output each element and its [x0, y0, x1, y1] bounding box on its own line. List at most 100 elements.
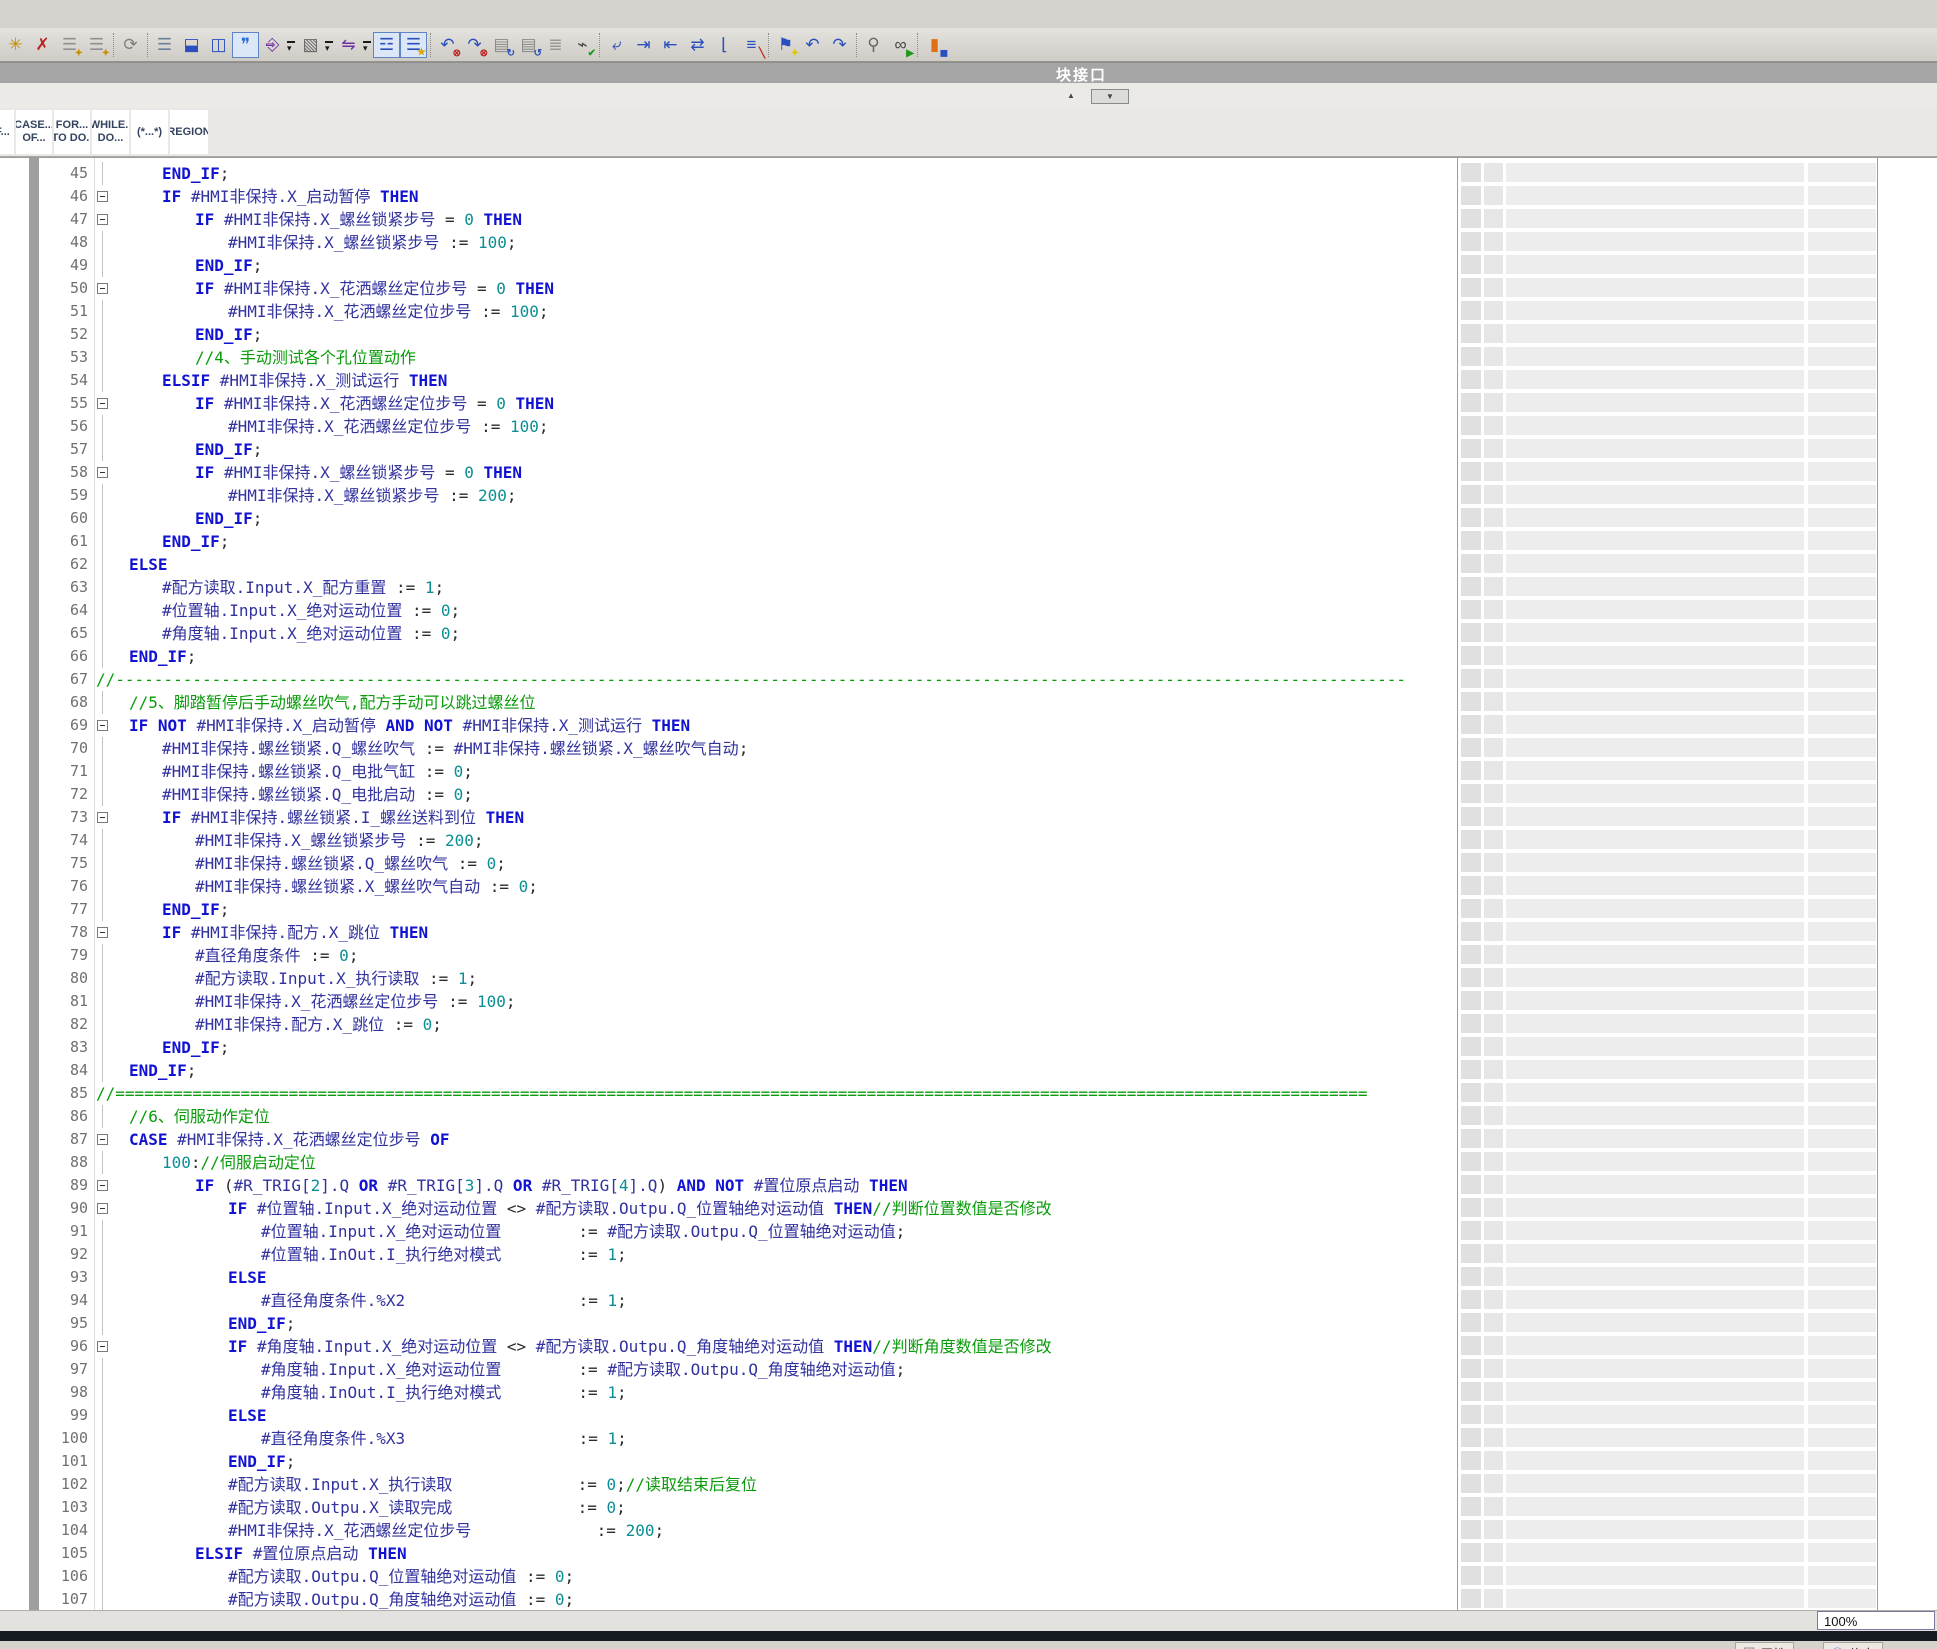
code-text[interactable]: IF #HMI非保持.配方.X_跳位 THEN: [162, 921, 428, 944]
monitor-row[interactable]: [1458, 1543, 1937, 1564]
code-text[interactable]: #角度轴.Input.X_绝对运动位置 := 0;: [162, 622, 460, 645]
monitor-row[interactable]: [1458, 1290, 1937, 1311]
monitor-row[interactable]: [1458, 1014, 1937, 1035]
code-text[interactable]: ELSE: [129, 553, 168, 576]
monitor-row[interactable]: [1458, 1152, 1937, 1173]
monitor-row[interactable]: [1458, 1428, 1937, 1449]
code-text[interactable]: IF #位置轴.Input.X_绝对运动位置 <> #配方读取.Outpu.Q_…: [228, 1197, 1052, 1220]
code-text[interactable]: #配方读取.Input.X_执行读取 := 1;: [195, 967, 477, 990]
monitor-row[interactable]: [1458, 186, 1937, 207]
code-text[interactable]: #HMI非保持.螺丝锁紧.Q_电批气缸 := 0;: [162, 760, 473, 783]
snippet-region-button[interactable]: REGION: [170, 110, 208, 154]
insert-block-call-icon[interactable]: ⎆: [259, 32, 286, 58]
monitor-row[interactable]: [1458, 163, 1937, 184]
monitor-row[interactable]: [1458, 531, 1937, 552]
monitor-row[interactable]: [1458, 324, 1937, 345]
code-text[interactable]: #HMI非保持.X_螺丝锁紧步号 := 200;: [228, 484, 517, 507]
insert-network-icon[interactable]: ✳: [2, 32, 29, 58]
monitor-row[interactable]: [1458, 370, 1937, 391]
code-text[interactable]: //5、脚踏暂停后手动螺丝吹气,配方手动可以跳过螺丝位: [129, 691, 536, 714]
code-text[interactable]: CASE #HMI非保持.X_花洒螺丝定位步号 OF: [129, 1128, 450, 1151]
insert-block-call-dropdown-icon[interactable]: [286, 32, 297, 58]
bookmark-next-icon[interactable]: ↷: [826, 32, 853, 58]
snippet-case-of-button[interactable]: CASE...OF...: [16, 110, 52, 154]
monitor-row[interactable]: [1458, 600, 1937, 621]
insert-comment-icon[interactable]: ▧: [297, 32, 324, 58]
code-text[interactable]: #HMI非保持.螺丝锁紧.Q_螺丝吹气 := #HMI非保持.螺丝锁紧.X_螺丝…: [162, 737, 748, 760]
fold-collapse-icon[interactable]: [97, 398, 108, 409]
code-text[interactable]: IF #HMI非保持.螺丝锁紧.I_螺丝送料到位 THEN: [162, 806, 524, 829]
monitor-row[interactable]: [1458, 416, 1937, 437]
code-text[interactable]: #配方读取.Outpu.Q_位置轴绝对运动值 := 0;: [228, 1565, 574, 1588]
snippet-if-button[interactable]: IF...: [0, 110, 14, 154]
monitor-row[interactable]: [1458, 1566, 1937, 1587]
monitor-row[interactable]: [1458, 439, 1937, 460]
monitor-row[interactable]: [1458, 1083, 1937, 1104]
code-text[interactable]: #角度轴.InOut.I_执行绝对模式 := 1;: [261, 1381, 627, 1404]
code-text[interactable]: END_IF;: [162, 162, 229, 185]
define-tag-dropdown-icon[interactable]: [362, 32, 373, 58]
monitor-row[interactable]: [1458, 255, 1937, 276]
define-tag-icon[interactable]: ⇋: [335, 32, 362, 58]
fold-collapse-icon[interactable]: [97, 1134, 108, 1145]
fold-collapse-icon[interactable]: [97, 927, 108, 938]
monitor-row[interactable]: [1458, 876, 1937, 897]
code-text[interactable]: //--------------------------------------…: [96, 668, 1406, 691]
monitor-row[interactable]: [1458, 807, 1937, 828]
block-interface-expand-button[interactable]: ▲: [1053, 89, 1089, 102]
monitor-row[interactable]: [1458, 715, 1937, 736]
code-text[interactable]: #HMI非保持.X_花洒螺丝定位步号 := 100;: [228, 300, 549, 323]
comment-toggle-icon[interactable]: ❞: [232, 32, 259, 58]
indent-in-icon[interactable]: ⇥: [630, 32, 657, 58]
compile-icon[interactable]: ≣: [542, 32, 569, 58]
code-text[interactable]: IF #HMI非保持.X_启动暂停 THEN: [162, 185, 419, 208]
monitor-row[interactable]: [1458, 1497, 1937, 1518]
monitor-row[interactable]: [1458, 899, 1937, 920]
code-text[interactable]: IF #HMI非保持.X_螺丝锁紧步号 = 0 THEN: [195, 461, 522, 484]
code-text[interactable]: #HMI非保持.X_花洒螺丝定位步号 := 100;: [195, 990, 516, 1013]
code-text[interactable]: IF #HMI非保持.X_花洒螺丝定位步号 = 0 THEN: [195, 277, 554, 300]
code-text[interactable]: END_IF;: [195, 254, 262, 277]
consistency-check-icon[interactable]: ⌁✔: [569, 32, 596, 58]
snippet-comment-button[interactable]: (*...*): [131, 110, 168, 154]
monitor-row[interactable]: [1458, 485, 1937, 506]
reset-start-values-icon[interactable]: ⟳: [117, 32, 144, 58]
favorites-icon[interactable]: ☰★: [400, 32, 427, 58]
code-text[interactable]: #配方读取.Outpu.X_读取完成 := 0;: [228, 1496, 626, 1519]
monitor-row[interactable]: [1458, 462, 1937, 483]
code-text[interactable]: 100://伺服启动定位: [162, 1151, 316, 1174]
fold-collapse-icon[interactable]: [97, 812, 108, 823]
split-editor-vertical-icon[interactable]: ◫: [205, 32, 232, 58]
code-text[interactable]: //4、手动测试各个孔位置动作: [195, 346, 416, 369]
zoom-level-select[interactable]: 100%: [1817, 1611, 1935, 1630]
code-text[interactable]: IF #HMI非保持.X_花洒螺丝定位步号 = 0 THEN: [195, 392, 554, 415]
code-text[interactable]: END_IF;: [195, 323, 262, 346]
code-text[interactable]: END_IF;: [129, 1059, 196, 1082]
monitor-row[interactable]: [1458, 554, 1937, 575]
code-text[interactable]: END_IF;: [195, 507, 262, 530]
snippet-for-to-do-button[interactable]: FOR...TO DO..: [54, 110, 90, 154]
monitor-row[interactable]: [1458, 761, 1937, 782]
fold-collapse-icon[interactable]: [97, 467, 108, 478]
monitor-row[interactable]: [1458, 1451, 1937, 1472]
monitor-row[interactable]: [1458, 692, 1937, 713]
code-text[interactable]: END_IF;: [195, 438, 262, 461]
monitor-row[interactable]: [1458, 784, 1937, 805]
code-text[interactable]: #HMI非保持.螺丝锁紧.X_螺丝吹气自动 := 0;: [195, 875, 538, 898]
monitor-row[interactable]: [1458, 1037, 1937, 1058]
data-block-icon[interactable]: ▮◼: [921, 32, 948, 58]
monitor-row[interactable]: [1458, 1221, 1937, 1242]
monitor-row[interactable]: [1458, 1313, 1937, 1334]
monitor-row[interactable]: [1458, 922, 1937, 943]
monitor-row[interactable]: [1458, 945, 1937, 966]
monitoring-glasses-icon[interactable]: ∞▶: [887, 32, 914, 58]
code-text[interactable]: ELSE: [228, 1266, 267, 1289]
code-text[interactable]: ELSIF #置位原点启动 THEN: [195, 1542, 407, 1565]
monitor-row[interactable]: [1458, 577, 1937, 598]
monitor-row[interactable]: [1458, 1359, 1937, 1380]
undo-icon[interactable]: ↶⊗: [434, 32, 461, 58]
block-interface-collapse-button[interactable]: ▼: [1091, 89, 1129, 104]
code-text[interactable]: ELSE: [228, 1404, 267, 1427]
absolute-operands-icon[interactable]: ☰: [151, 32, 178, 58]
display-format-icon[interactable]: ☲: [373, 32, 400, 58]
